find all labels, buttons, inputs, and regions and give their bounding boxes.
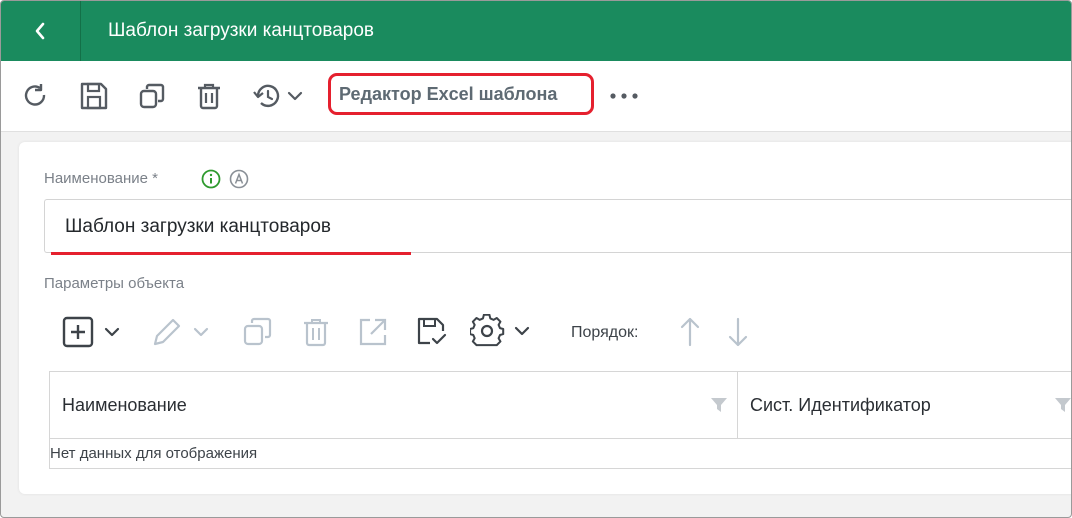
page-title: Шаблон загрузки канцтоваров	[108, 20, 375, 41]
history-button[interactable]	[251, 79, 309, 113]
name-label: Наименование *	[44, 170, 158, 187]
order-label: Порядок:	[571, 324, 639, 341]
copy-icon	[139, 83, 165, 109]
save-check-button[interactable]	[415, 314, 449, 350]
data-grid: Наименование Сист. Идентификатор Нет дан…	[49, 371, 1072, 469]
info-icon[interactable]	[201, 169, 221, 189]
gear-icon	[470, 314, 530, 347]
form-card: Наименование * Шаблон загрузки канцтовар…	[19, 142, 1072, 494]
save-check-icon	[417, 317, 447, 345]
open-external-button[interactable]	[356, 314, 390, 350]
column-header-system-id[interactable]: Сист. Идентификатор	[738, 372, 1072, 438]
add-icon	[62, 316, 120, 348]
move-up-button[interactable]	[678, 314, 702, 350]
arrow-up-icon	[680, 317, 700, 347]
refresh-button[interactable]	[18, 79, 52, 113]
delete-icon	[198, 83, 220, 110]
column-header-label: Наименование	[62, 394, 187, 415]
arrow-down-icon	[728, 317, 748, 347]
settings-button[interactable]	[470, 314, 536, 350]
delete-icon	[304, 319, 328, 347]
window: Шаблон загрузки канцтоваров Редактор Exc…	[0, 0, 1072, 518]
delete-row-button[interactable]	[299, 314, 333, 350]
grid-header: Наименование Сист. Идентификатор	[50, 372, 1072, 439]
name-input[interactable]: Шаблон загрузки канцтоваров	[44, 199, 1071, 253]
copy-button[interactable]	[135, 79, 169, 113]
object-params-label: Параметры объекта	[44, 275, 185, 292]
external-link-icon	[359, 318, 387, 346]
toolbar: Редактор Excel шаблона	[1, 61, 1071, 132]
history-icon	[253, 84, 303, 108]
save-button[interactable]	[77, 79, 111, 113]
titlebar: Шаблон загрузки канцтоваров	[1, 1, 1071, 61]
more-button[interactable]	[608, 79, 642, 113]
column-header-name[interactable]: Наименование	[50, 372, 738, 438]
filter-icon[interactable]	[1054, 397, 1072, 413]
excel-editor-button[interactable]: Редактор Excel шаблона	[328, 73, 594, 115]
refresh-icon	[24, 84, 46, 106]
filter-icon[interactable]	[710, 397, 728, 413]
auto-translate-icon[interactable]	[229, 169, 249, 189]
chevron-left-icon	[35, 22, 44, 40]
pencil-icon	[153, 318, 209, 346]
back-button[interactable]	[1, 1, 81, 61]
add-button[interactable]	[61, 314, 127, 350]
column-header-label: Сист. Идентификатор	[750, 394, 931, 415]
copy-row-button[interactable]	[241, 314, 275, 350]
delete-button[interactable]	[192, 79, 226, 113]
name-highlight-underline	[51, 252, 411, 255]
save-icon	[80, 82, 108, 110]
edit-button[interactable]	[150, 314, 216, 350]
empty-grid-message: Нет данных для отображения	[50, 445, 258, 462]
copy-icon	[243, 317, 272, 346]
move-down-button[interactable]	[726, 314, 750, 350]
more-horizontal-icon	[610, 93, 638, 99]
name-input-value: Шаблон загрузки канцтоваров	[65, 216, 332, 237]
